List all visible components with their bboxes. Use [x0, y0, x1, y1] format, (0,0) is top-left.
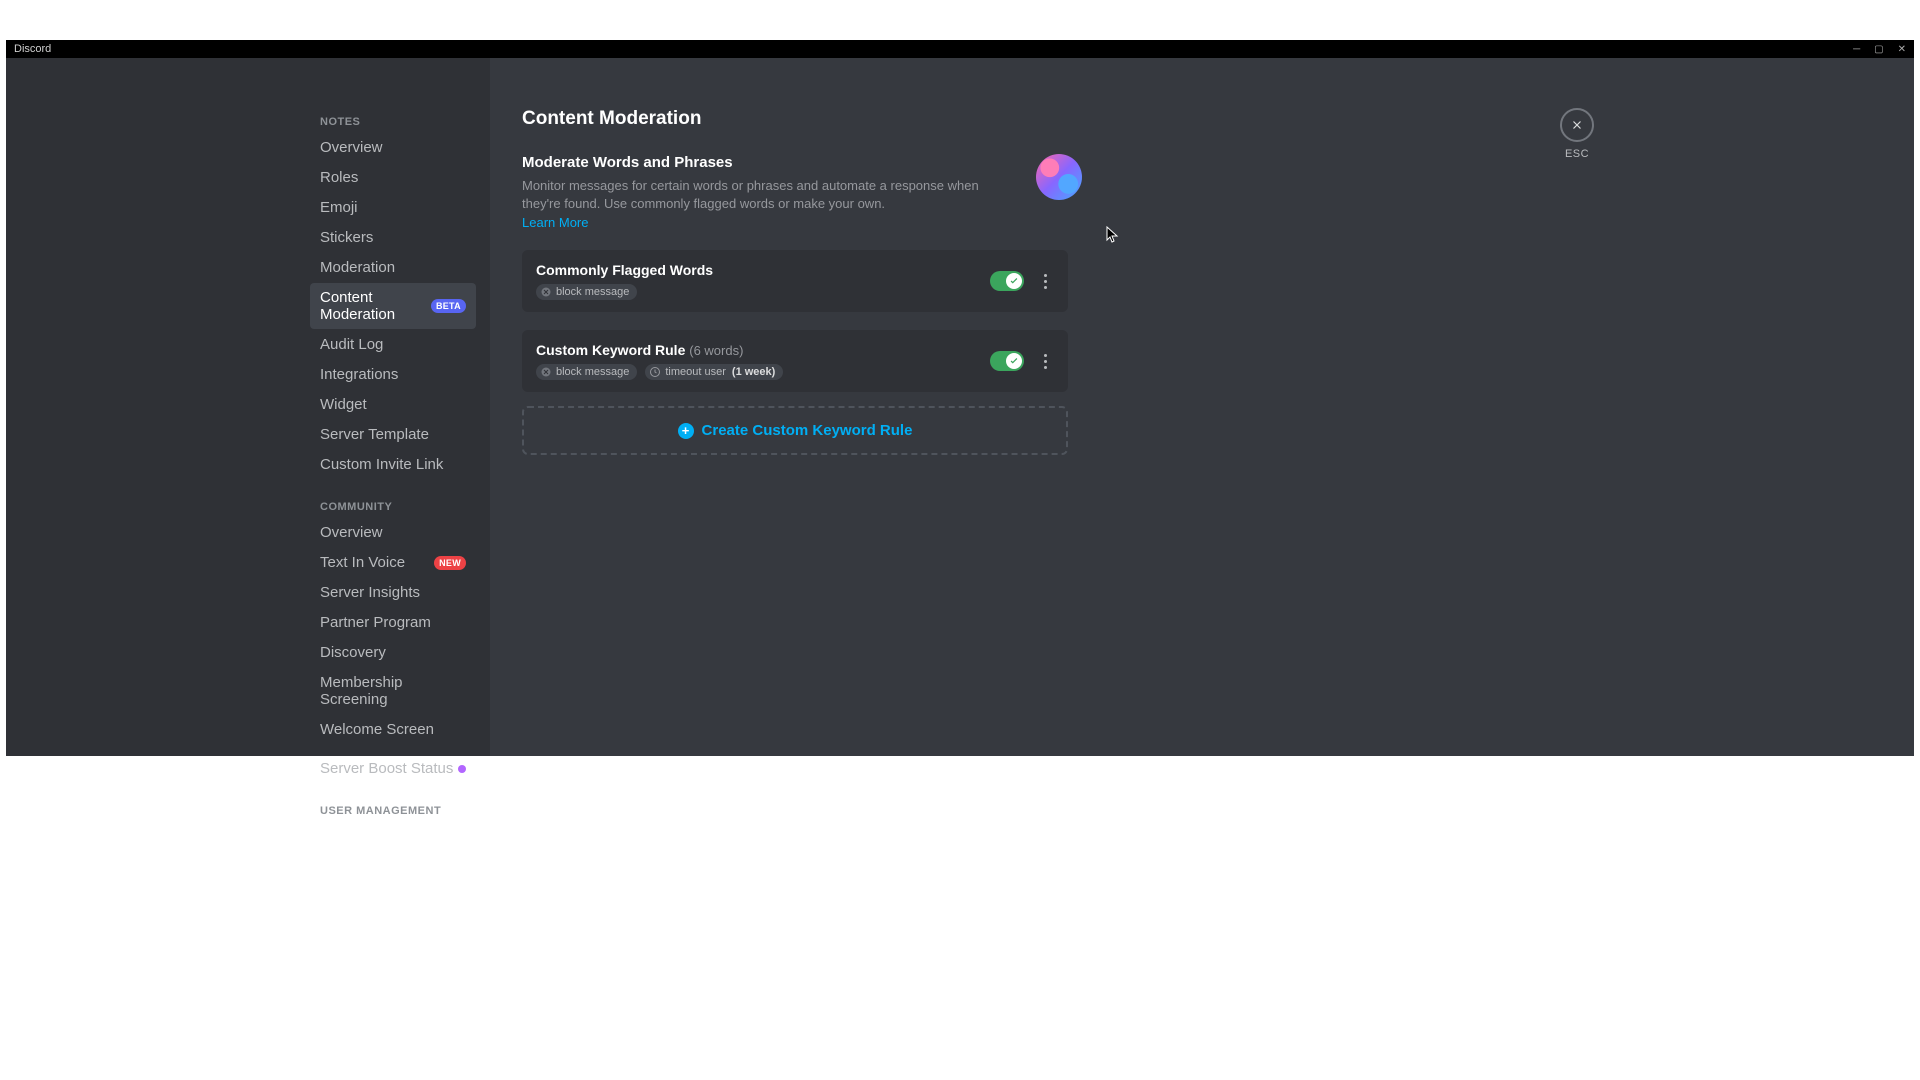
- sidebar-item-partner-program[interactable]: Partner Program: [310, 608, 476, 637]
- sidebar-item-discovery[interactable]: Discovery: [310, 638, 476, 667]
- main-content: Content Moderation Moderate Words and Ph…: [490, 58, 1914, 756]
- close-icon: [1570, 118, 1584, 132]
- clock-icon: [649, 366, 661, 378]
- sidebar-header-community: COMMUNITY: [310, 493, 476, 517]
- maximize-icon[interactable]: ▢: [1874, 44, 1883, 55]
- chip-timeout-user: timeout user (1 week): [645, 364, 783, 380]
- learn-more-link[interactable]: Learn More: [522, 215, 588, 230]
- sidebar-item-widget[interactable]: Widget: [310, 390, 476, 419]
- block-icon: [540, 366, 552, 378]
- sidebar-item-custom-invite[interactable]: Custom Invite Link: [310, 450, 476, 479]
- toggle-knob: [1006, 273, 1022, 289]
- rule-more-button[interactable]: [1036, 354, 1054, 369]
- close-settings-button[interactable]: [1560, 108, 1594, 142]
- sidebar-item-boost-status[interactable]: Server Boost Status: [310, 754, 476, 783]
- window-controls: ─ ▢ ✕: [1853, 44, 1906, 55]
- rule-toggle[interactable]: [990, 351, 1024, 371]
- sidebar-item-integrations[interactable]: Integrations: [310, 360, 476, 389]
- rule-card-custom-keyword[interactable]: Custom Keyword Rule (6 words) block mess…: [522, 330, 1068, 392]
- sidebar-item-stickers[interactable]: Stickers: [310, 223, 476, 252]
- chip-block-message: block message: [536, 364, 637, 380]
- sidebar-item-overview-community[interactable]: Overview: [310, 518, 476, 547]
- page-title: Content Moderation: [522, 108, 1914, 130]
- check-icon: [1009, 356, 1019, 366]
- sidebar-item-emoji[interactable]: Emoji: [310, 193, 476, 222]
- toggle-knob: [1006, 353, 1022, 369]
- rule-more-button[interactable]: [1036, 274, 1054, 289]
- sidebar-item-membership-screening[interactable]: Membership Screening: [310, 668, 476, 714]
- moderation-illustration-icon: [1036, 154, 1082, 200]
- rule-card-commonly-flagged[interactable]: Commonly Flagged Words block message: [522, 250, 1068, 312]
- app-title: Discord: [14, 43, 51, 55]
- sidebar-item-audit-log[interactable]: Audit Log: [310, 330, 476, 359]
- sidebar-item-welcome-screen[interactable]: Welcome Screen: [310, 715, 476, 744]
- check-icon: [1009, 276, 1019, 286]
- minimize-icon[interactable]: ─: [1853, 44, 1860, 55]
- sidebar-item-server-template[interactable]: Server Template: [310, 420, 476, 449]
- rule-title: Custom Keyword Rule (6 words): [536, 342, 978, 358]
- cursor-icon: [1106, 226, 1120, 244]
- section-description: Monitor messages for certain words or ph…: [522, 177, 992, 213]
- rule-toggle[interactable]: [990, 271, 1024, 291]
- boost-icon: [458, 765, 466, 773]
- sidebar-header-user-mgmt: USER MANAGEMENT: [310, 797, 476, 821]
- chip-block-message: block message: [536, 284, 637, 300]
- beta-badge: BETA: [431, 299, 466, 313]
- create-custom-rule-button[interactable]: + Create Custom Keyword Rule: [522, 406, 1068, 455]
- rule-title: Commonly Flagged Words: [536, 262, 978, 278]
- new-badge: NEW: [434, 556, 466, 570]
- block-icon: [540, 286, 552, 298]
- sidebar-item-text-in-voice[interactable]: Text In Voice NEW: [310, 548, 476, 577]
- sidebar-item-overview[interactable]: Overview: [310, 133, 476, 162]
- sidebar-item-roles[interactable]: Roles: [310, 163, 476, 192]
- section-title: Moderate Words and Phrases: [522, 154, 1012, 171]
- close-window-icon[interactable]: ✕: [1898, 44, 1906, 55]
- settings-sidebar: NOTES Overview Roles Emoji Stickers Mode…: [6, 58, 490, 756]
- plus-icon: +: [678, 423, 694, 439]
- esc-label: ESC: [1560, 148, 1594, 160]
- sidebar-item-moderation[interactable]: Moderation: [310, 253, 476, 282]
- titlebar: Discord ─ ▢ ✕: [6, 40, 1914, 58]
- sidebar-item-server-insights[interactable]: Server Insights: [310, 578, 476, 607]
- sidebar-header-notes: NOTES: [310, 108, 476, 132]
- sidebar-item-content-moderation[interactable]: Content Moderation BETA: [310, 283, 476, 329]
